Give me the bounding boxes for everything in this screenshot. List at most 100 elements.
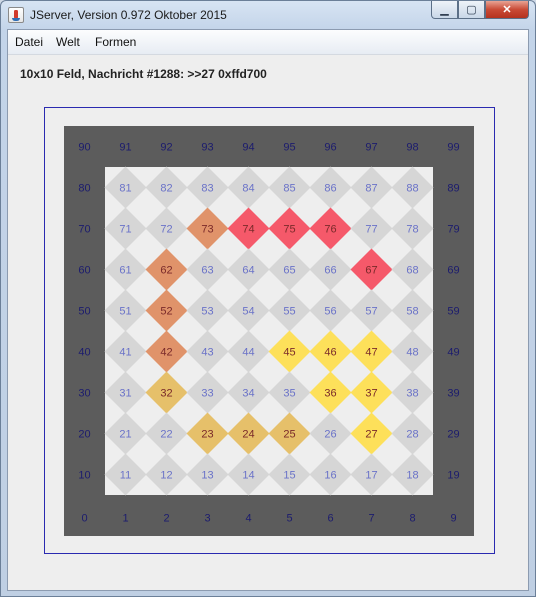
cell-label-84: 84 [242,183,254,195]
cell-label-69: 69 [447,265,459,277]
maximize-button[interactable]: ▢ [458,1,485,19]
cell-label-88: 88 [406,183,418,195]
cell-label-90: 90 [78,142,90,154]
cell-label-6: 6 [327,513,333,525]
cell-label-45: 45 [283,347,295,359]
cell-label-29: 29 [447,429,459,441]
cell-label-55: 55 [283,306,295,318]
cell-label-59: 59 [447,306,459,318]
cell-label-10: 10 [78,470,90,482]
cell-label-79: 79 [447,224,459,236]
cell-label-66: 66 [324,265,336,277]
cell-label-31: 31 [119,388,131,400]
cell-label-14: 14 [242,470,254,482]
cell-label-40: 40 [78,347,90,359]
cell-label-64: 64 [242,265,254,277]
cell-label-9: 9 [450,513,456,525]
cell-label-93: 93 [201,142,213,154]
cell-label-63: 63 [201,265,213,277]
cell-label-75: 75 [283,224,295,236]
cell-label-35: 35 [283,388,295,400]
cell-label-8: 8 [409,513,415,525]
board-canvas[interactable]: 90 91 92 93 94 95 96 97 98 9980 81 82 83 84 85 86 87 88 89… [8,30,528,590]
cell-label-37: 37 [365,388,377,400]
cell-label-3: 3 [204,513,210,525]
cell-label-53: 53 [201,306,213,318]
cell-label-20: 20 [78,429,90,441]
cell-label-2: 2 [163,513,169,525]
window-title: JServer, Version 0.972 Oktober 2015 [30,8,227,22]
cell-label-71: 71 [119,224,131,236]
cell-label-77: 77 [365,224,377,236]
cell-label-91: 91 [119,142,131,154]
cell-label-83: 83 [201,183,213,195]
cell-label-92: 92 [160,142,172,154]
maximize-icon: ▢ [466,4,477,16]
cell-label-15: 15 [283,470,295,482]
close-button[interactable]: ✕ [485,1,529,19]
cell-label-46: 46 [324,347,336,359]
cell-label-62: 62 [160,265,172,277]
cell-label-17: 17 [365,470,377,482]
cell-label-51: 51 [119,306,131,318]
cell-label-99: 99 [447,142,459,154]
cell-label-19: 19 [447,470,459,482]
cell-label-13: 13 [201,470,213,482]
cell-label-87: 87 [365,183,377,195]
cell-label-33: 33 [201,388,213,400]
cell-label-73: 73 [201,224,213,236]
cell-label-56: 56 [324,306,336,318]
cell-label-34: 34 [242,388,254,400]
cell-label-54: 54 [242,306,254,318]
cell-label-85: 85 [283,183,295,195]
cell-label-72: 72 [160,224,172,236]
cell-label-16: 16 [324,470,336,482]
cell-label-43: 43 [201,347,213,359]
cell-label-86: 86 [324,183,336,195]
cell-label-39: 39 [447,388,459,400]
cell-label-38: 38 [406,388,418,400]
cell-label-32: 32 [160,388,172,400]
cell-label-12: 12 [160,470,172,482]
cell-label-49: 49 [447,347,459,359]
cell-label-67: 67 [365,265,377,277]
cell-label-89: 89 [447,183,459,195]
cell-label-95: 95 [283,142,295,154]
cell-label-7: 7 [368,513,374,525]
cell-label-48: 48 [406,347,418,359]
cell-label-11: 11 [120,470,131,482]
cell-label-98: 98 [406,142,418,154]
cell-label-57: 57 [365,306,377,318]
client-area: Datei Welt Formen 10x10 Feld, Nachricht … [7,29,529,591]
cell-label-78: 78 [406,224,418,236]
cell-label-42: 42 [160,347,172,359]
cell-label-94: 94 [242,142,254,154]
cell-label-97: 97 [365,142,377,154]
window-controls: ▁ ▢ ✕ [431,1,529,20]
cell-label-68: 68 [406,265,418,277]
cell-label-52: 52 [160,306,172,318]
app-window: JServer, Version 0.972 Oktober 2015 ▁ ▢ … [0,0,536,597]
cell-label-30: 30 [78,388,90,400]
cell-label-23: 23 [201,429,213,441]
cell-label-76: 76 [324,224,336,236]
cell-label-96: 96 [324,142,336,154]
java-icon [8,7,24,23]
cell-label-80: 80 [78,183,90,195]
cell-label-5: 5 [286,513,292,525]
cell-label-18: 18 [406,470,418,482]
cell-label-44: 44 [242,347,254,359]
close-icon: ✕ [502,4,512,16]
minimize-icon: ▁ [440,4,449,16]
cell-label-74: 74 [242,224,254,236]
cell-label-81: 81 [119,183,131,195]
cell-label-22: 22 [160,429,172,441]
cell-label-0: 0 [81,513,87,525]
cell-label-25: 25 [283,429,295,441]
title-bar[interactable]: JServer, Version 0.972 Oktober 2015 ▁ ▢ … [1,1,535,29]
cell-label-41: 41 [119,347,131,359]
cell-label-47: 47 [365,347,377,359]
cell-label-82: 82 [160,183,172,195]
minimize-button[interactable]: ▁ [431,1,458,19]
cell-label-4: 4 [245,513,251,525]
